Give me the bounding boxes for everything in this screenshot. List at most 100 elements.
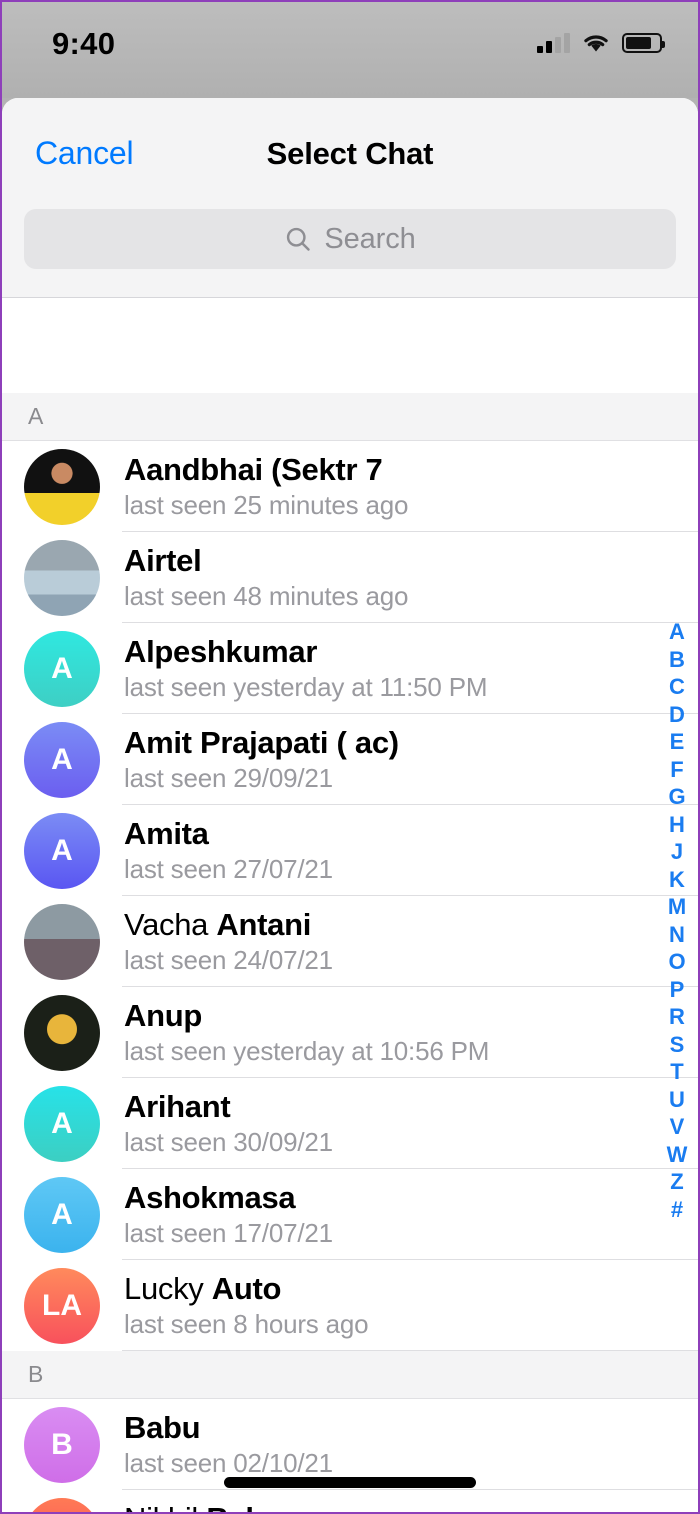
alphabet-index-item-u[interactable]: U: [660, 1086, 694, 1114]
contact-last-seen: last seen yesterday at 10:56 PM: [124, 1036, 490, 1067]
alphabet-index-item-z[interactable]: Z: [660, 1168, 694, 1196]
alphabet-index-item-a[interactable]: A: [660, 618, 694, 646]
avatar: A: [24, 1085, 100, 1162]
list-item[interactable]: LA Lucky Auto last seen 8 hours ago: [2, 1260, 698, 1351]
search-bar-container: Search: [2, 209, 698, 297]
list-item[interactable]: NB Nikhil Babulast seen 5 hours ago: [2, 1490, 698, 1512]
phone-screen: 9:40 Select Chat Cancel Search A Aandbha…: [0, 0, 700, 1514]
alphabet-index-item-t[interactable]: T: [660, 1058, 694, 1086]
contact-name: Arihant: [124, 1088, 231, 1124]
search-icon: [287, 227, 311, 251]
search-placeholder: Search: [324, 222, 416, 255]
alphabet-index-item-r[interactable]: R: [660, 1003, 694, 1031]
alphabet-index-item-j[interactable]: J: [660, 838, 694, 866]
avatar: LA: [24, 1267, 100, 1344]
contact-last-seen: last seen 17/07/21: [124, 1218, 333, 1249]
contact-last-seen: last seen yesterday at 11:50 PM: [124, 672, 488, 703]
list-item[interactable]: A Arihant last seen 30/09/21: [2, 1078, 698, 1169]
list-item[interactable]: A Amita last seen 27/07/21: [2, 805, 698, 896]
cellular-signal-icon: [537, 33, 570, 53]
search-input[interactable]: Search: [24, 209, 676, 269]
contact-name: Alpeshkumar: [124, 633, 318, 669]
status-bar-indicators: [537, 28, 665, 54]
avatar: A: [24, 1176, 100, 1253]
list-item-text: Anup last seen yesterday at 10:56 PM: [124, 998, 489, 1067]
alphabet-index-item-s[interactable]: S: [660, 1031, 694, 1059]
person-photo-icon: [24, 448, 100, 525]
avatar: A: [24, 630, 100, 707]
person-photo-icon: [24, 539, 100, 616]
select-chat-sheet: Select Chat Cancel Search A Aandbhai (Sek…: [2, 98, 698, 1512]
section-header-a: A: [2, 393, 698, 441]
home-indicator: [224, 1477, 476, 1488]
contact-name: Ashokmasa: [124, 1179, 296, 1215]
alphabet-index-item-p[interactable]: P: [660, 976, 694, 1004]
contact-last-seen: last seen 25 minutes ago: [124, 490, 409, 521]
contact-last-seen: last seen 48 minutes ago: [124, 581, 409, 612]
alphabet-index-item-hash[interactable]: #: [660, 1196, 694, 1224]
contact-name: Lucky Auto: [124, 1270, 282, 1306]
alphabet-index-item-f[interactable]: F: [660, 756, 694, 784]
contact-last-seen: last seen 30/09/21: [124, 1127, 333, 1158]
navigation-bar: Select Chat Cancel: [2, 98, 698, 209]
list-item[interactable]: A Ashokmasa last seen 17/07/21: [2, 1169, 698, 1260]
contact-name: Anup: [124, 997, 202, 1033]
alphabet-index-item-g[interactable]: G: [660, 783, 694, 811]
contact-name: Airtel: [124, 542, 202, 578]
list-item[interactable]: A Alpeshkumar last seen yesterday at 11:50…: [2, 623, 698, 714]
contact-name: Babu: [124, 1409, 201, 1445]
list-item[interactable]: Anup last seen yesterday at 10:56 PM: [2, 987, 698, 1078]
avatar: [24, 539, 100, 616]
alphabet-index-item-o[interactable]: O: [660, 948, 694, 976]
avatar: [24, 448, 100, 525]
list-item[interactable]: A Amit Prajapati ( ac) last seen 29/09/21: [2, 714, 698, 805]
person-photo-icon: [24, 903, 100, 980]
alphabet-index-item-m[interactable]: M: [660, 893, 694, 921]
header-divider: [2, 297, 698, 298]
battery-icon: [622, 33, 665, 53]
alphabet-index[interactable]: A B C D E F G H J K M N O P R S T U V W Z #: [660, 618, 694, 1223]
list-item[interactable]: Aandbhai (Sektr 7 last seen 25 minutes ag…: [2, 441, 698, 532]
chat-list[interactable]: A Aandbhai (Sektr 7 last seen 25 minutes a…: [2, 393, 698, 1512]
contact-name: Amita: [124, 815, 209, 851]
alphabet-index-item-k[interactable]: K: [660, 866, 694, 894]
contact-name: Nikhil Babu: [124, 1501, 368, 1512]
list-item-text: Ashokmasa last seen 17/07/21: [124, 1180, 333, 1249]
contact-last-seen: last seen 02/10/21: [124, 1448, 333, 1479]
wifi-icon: [584, 35, 608, 52]
avatar: B: [24, 1406, 100, 1483]
list-item-text: Lucky Auto last seen 8 hours ago: [124, 1271, 368, 1340]
alphabet-index-item-w[interactable]: W: [660, 1141, 694, 1169]
alphabet-index-item-v[interactable]: V: [660, 1113, 694, 1141]
avatar: A: [24, 812, 100, 889]
list-item-text: Babu last seen 02/10/21: [124, 1410, 333, 1479]
list-item-text: Amit Prajapati ( ac) last seen 29/09/21: [124, 725, 399, 794]
alphabet-index-item-n[interactable]: N: [660, 921, 694, 949]
list-item-text: Alpeshkumar last seen yesterday at 11:50 …: [124, 634, 487, 703]
contact-last-seen: last seen 27/07/21: [124, 854, 333, 885]
status-bar: 9:40: [2, 2, 698, 98]
contact-last-seen: last seen 8 hours ago: [124, 1309, 369, 1340]
alphabet-index-item-e[interactable]: E: [660, 728, 694, 756]
cancel-button[interactable]: Cancel: [35, 135, 134, 172]
contact-last-seen: last seen 24/07/21: [124, 945, 333, 976]
list-item-text: Airtel last seen 48 minutes ago: [124, 543, 408, 612]
section-header-b: B: [2, 1351, 698, 1399]
logo-photo-icon: [24, 994, 100, 1071]
status-bar-time: 9:40: [52, 26, 116, 61]
contact-name: Vacha Antani: [124, 906, 312, 942]
list-item[interactable]: Airtel last seen 48 minutes ago: [2, 532, 698, 623]
list-item-text: Vacha Antani last seen 24/07/21: [124, 907, 333, 976]
alphabet-index-item-h[interactable]: H: [660, 811, 694, 839]
list-item[interactable]: Vacha Antani last seen 24/07/21: [2, 896, 698, 987]
alphabet-index-item-d[interactable]: D: [660, 701, 694, 729]
list-item-text: Aandbhai (Sektr 7 last seen 25 minutes ag…: [124, 452, 408, 521]
alphabet-index-item-c[interactable]: C: [660, 673, 694, 701]
contact-name: Amit Prajapati ( ac): [124, 724, 399, 760]
avatar: A: [24, 721, 100, 798]
list-item-text: Nikhil Babulast seen 5 hours ago: [124, 1501, 368, 1512]
avatar: NB: [24, 1497, 100, 1512]
contact-name: Aandbhai (Sektr 7: [124, 451, 383, 487]
avatar: [24, 903, 100, 980]
alphabet-index-item-b[interactable]: B: [660, 646, 694, 674]
